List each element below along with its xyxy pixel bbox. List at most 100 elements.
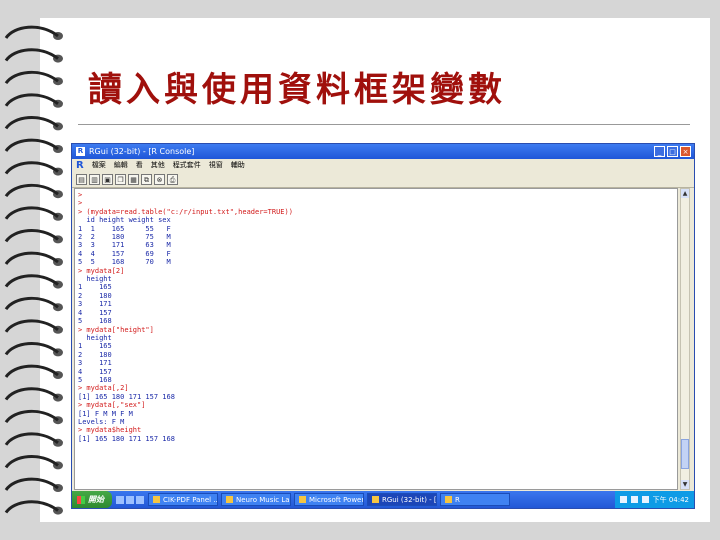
console-line: [1] 165 180 171 157 168 <box>78 392 175 401</box>
task-label: Neuro Music Lab... <box>236 495 290 504</box>
console-output: > > > (mydata=read.table("c:/r/input.txt",… <box>78 191 674 443</box>
r-app-icon: R <box>76 147 85 156</box>
binding-ring <box>4 387 59 401</box>
copy-icon[interactable]: ❐ <box>115 173 126 185</box>
app-icon <box>299 496 306 503</box>
binding-ring <box>4 138 59 152</box>
console-line: > mydata[,2] <box>78 384 129 393</box>
quick-launch-icon[interactable] <box>116 495 124 504</box>
start-button[interactable]: 開始 <box>72 491 112 508</box>
toolbar: ▤ ▥ ▣ ❐ ▦ ⧉ ⊗ ⎙ <box>72 171 694 188</box>
binding-ring <box>4 274 59 288</box>
binding-ring <box>4 364 59 378</box>
console-line: id height weight sex <box>78 216 171 225</box>
system-tray: 下午 04:42 <box>614 491 694 508</box>
binding-ring <box>4 183 59 198</box>
menu-help[interactable]: 輔助 <box>231 160 245 170</box>
binding-ring <box>4 432 59 446</box>
scroll-thumb[interactable] <box>681 439 689 469</box>
menu-bar: R 檔案 編輯 看 其他 程式套件 視窗 輔助 <box>72 159 694 171</box>
print-icon[interactable]: ⎙ <box>167 173 178 185</box>
stop-icon[interactable]: ⊗ <box>154 173 165 185</box>
binding-ring <box>4 342 59 356</box>
console-line: > <box>78 191 83 199</box>
menu-view[interactable]: 看 <box>136 160 143 170</box>
binding-ring <box>4 93 59 107</box>
console-line: > mydata[,"sex"] <box>78 401 146 410</box>
quick-launch-icon[interactable] <box>136 495 144 504</box>
console-line: 1 165 <box>78 342 112 351</box>
task-label: CIK-PDF Panel ... <box>163 495 218 504</box>
window-titlebar[interactable]: R RGui (32-bit) - [R Console] _ □ × <box>72 144 694 159</box>
console-scrollbar[interactable]: ▲ ▼ <box>680 188 690 490</box>
spiral-binding <box>4 25 63 515</box>
title-divider <box>78 124 690 125</box>
task-label: Microsoft Power... <box>309 495 364 504</box>
clock: 下午 04:42 <box>652 495 689 504</box>
menu-edit[interactable]: 編輯 <box>114 160 128 170</box>
quick-launch <box>116 495 144 504</box>
taskbar-item-lab[interactable]: Neuro Music Lab... <box>221 493 291 506</box>
binding-ring <box>4 70 59 85</box>
task-label: RGui (32-bit) - [... <box>382 495 437 504</box>
r-console[interactable]: > > > (mydata=read.table("c:/r/input.txt",… <box>74 188 678 490</box>
console-line: 2 180 <box>78 350 112 359</box>
binding-ring <box>4 319 59 333</box>
r-logo-icon: R <box>76 159 84 171</box>
menu-file[interactable]: 檔案 <box>92 160 106 170</box>
maximize-button[interactable]: □ <box>667 146 678 157</box>
console-line: > (mydata=read.table("c:/r/input.txt",he… <box>78 207 293 216</box>
load-icon[interactable]: ▥ <box>89 173 100 185</box>
console-line: 2 180 <box>78 291 112 300</box>
windows-logo-icon <box>77 495 85 504</box>
console-line: [1] 165 180 171 157 168 <box>78 434 175 443</box>
volume-icon[interactable] <box>641 496 649 503</box>
app-icon <box>226 496 233 503</box>
close-button[interactable]: × <box>680 146 691 157</box>
console-line: height <box>78 275 112 284</box>
quick-launch-icon[interactable] <box>126 495 134 504</box>
console-line: 5 168 <box>78 375 112 384</box>
binding-ring <box>4 116 59 130</box>
folder-icon <box>445 496 452 503</box>
binding-ring <box>4 206 59 220</box>
console-line: > <box>78 199 83 208</box>
minimize-button[interactable]: _ <box>654 146 665 157</box>
menu-packages[interactable]: 程式套件 <box>173 160 201 170</box>
console-line: 3 171 <box>78 300 112 309</box>
slide-title: 讀入與使用資料框架變數 <box>88 70 506 110</box>
taskbar-item-pdf[interactable]: CIK-PDF Panel ... <box>148 493 218 506</box>
binding-ring <box>4 161 59 175</box>
console-line: 4 157 <box>78 367 112 376</box>
binding-ring <box>4 455 59 469</box>
scroll-down-icon[interactable]: ▼ <box>681 480 689 489</box>
taskbar-item-rgui[interactable]: RGui (32-bit) - [... <box>367 493 437 506</box>
menu-windows[interactable]: 視窗 <box>209 160 223 170</box>
binding-ring <box>4 251 59 265</box>
console-line: 4 157 <box>78 308 112 317</box>
console-line: 5 5 168 70 M <box>78 258 171 267</box>
binding-ring <box>4 500 59 514</box>
tray-icon[interactable] <box>630 496 638 503</box>
paste-icon[interactable]: ▦ <box>128 173 139 185</box>
binding-ring <box>4 48 59 62</box>
app-icon <box>153 496 160 503</box>
console-line: 2 2 180 75 M <box>78 233 171 242</box>
menu-misc[interactable]: 其他 <box>151 160 165 170</box>
save-icon[interactable]: ▣ <box>102 173 113 185</box>
copy-paste-icon[interactable]: ⧉ <box>141 173 152 185</box>
console-line: 5 168 <box>78 317 112 326</box>
open-icon[interactable]: ▤ <box>76 173 87 185</box>
binding-ring <box>4 229 59 243</box>
console-line: 1 165 <box>78 283 112 292</box>
console-line: 4 4 157 69 F <box>78 249 171 258</box>
tray-icon[interactable] <box>619 496 627 503</box>
taskbar-item-powerpoint[interactable]: Microsoft Power... <box>294 493 364 506</box>
console-line: 3 3 171 63 M <box>78 241 171 250</box>
binding-ring <box>4 477 59 491</box>
console-line: > mydata["height"] <box>78 325 154 334</box>
console-line: 3 171 <box>78 359 112 368</box>
console-line: > mydata$height <box>78 426 142 435</box>
taskbar-item-folder[interactable]: R <box>440 493 510 506</box>
scroll-up-icon[interactable]: ▲ <box>681 189 689 198</box>
